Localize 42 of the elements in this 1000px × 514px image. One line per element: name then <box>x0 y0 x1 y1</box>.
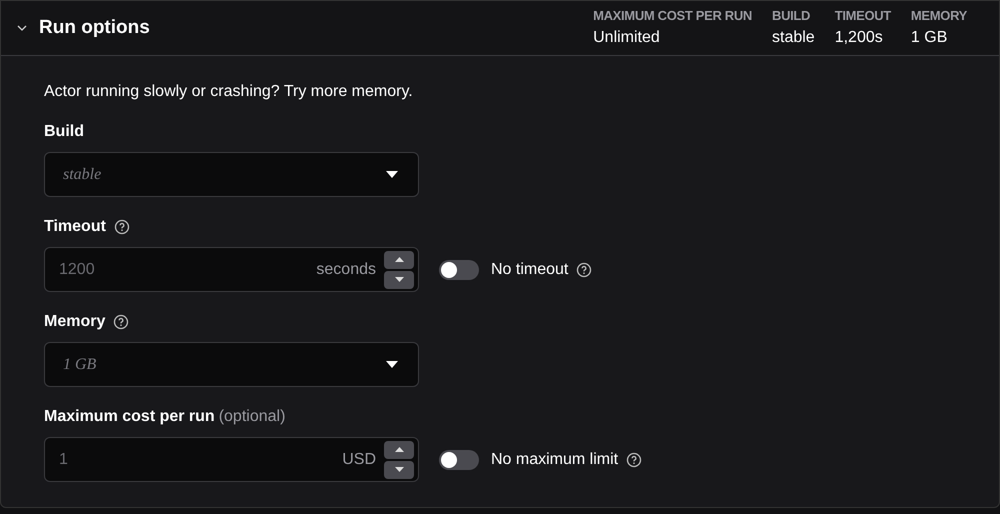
help-icon[interactable] <box>576 262 592 278</box>
toggle-label: No timeout <box>491 260 568 280</box>
field-label: Build <box>44 122 84 142</box>
toggle-switch[interactable] <box>439 450 479 470</box>
number-input[interactable]: 1200 <box>59 258 308 282</box>
number-input[interactable]: 1 <box>59 448 334 472</box>
increment-button[interactable] <box>384 440 414 458</box>
up-triangle-icon <box>394 257 404 262</box>
section-header[interactable]: Run options <box>17 14 150 42</box>
summary-label: MEMORY <box>910 7 967 26</box>
toggle-switch[interactable] <box>439 260 479 280</box>
decrement-button[interactable] <box>384 460 414 478</box>
up-triangle-icon <box>394 447 404 452</box>
help-icon[interactable] <box>114 219 130 235</box>
caret-icon <box>386 170 398 178</box>
field-label: Memory <box>44 312 106 332</box>
field-label: Timeout <box>44 217 106 237</box>
increment-button[interactable] <box>384 250 414 268</box>
summary-value: 1 GB <box>910 28 948 48</box>
select-field[interactable]: 1 GB <box>44 342 419 387</box>
unit-label: USD <box>342 450 376 470</box>
summary-value: stable <box>772 28 815 48</box>
down-triangle-icon <box>394 467 404 472</box>
summary-label: TIMEOUT <box>834 7 891 26</box>
summary-value: 1,200s <box>834 28 884 48</box>
field-label: Maximum cost per run <box>44 407 215 427</box>
summary-label: MAXIMUM COST PER RUN <box>593 7 752 26</box>
unit-label: seconds <box>316 260 376 280</box>
hint-text: Actor running slowly or crashing? Try more memory. <box>44 82 414 102</box>
chevron-icon <box>17 25 27 31</box>
optional-note: (optional) <box>218 407 286 427</box>
summary-value: Unlimited <box>593 28 661 48</box>
summary-label: BUILD <box>772 7 812 26</box>
number-field[interactable]: 1 USD <box>44 437 419 482</box>
decrement-button[interactable] <box>384 270 414 288</box>
help-icon[interactable] <box>113 314 130 330</box>
number-field[interactable]: 1200 seconds <box>44 247 419 292</box>
toggle-label: No maximum limit <box>491 450 618 470</box>
select-field[interactable]: stable <box>44 152 419 197</box>
down-triangle-icon <box>394 277 404 282</box>
caret-icon <box>386 360 398 368</box>
help-icon[interactable] <box>626 452 642 468</box>
